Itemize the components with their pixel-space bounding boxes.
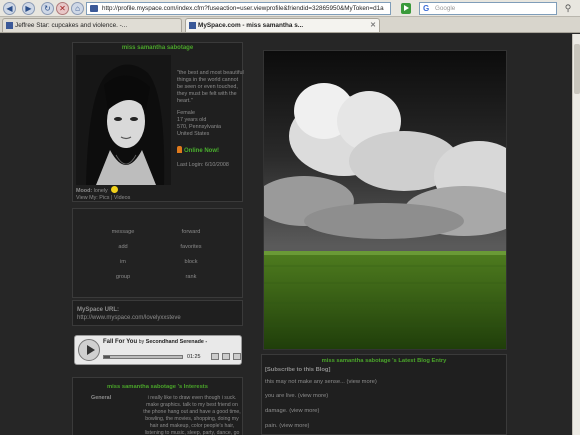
song-by: by xyxy=(138,339,145,345)
page-content: miss samantha sabotage "the best and mos… xyxy=(0,34,572,435)
contact-box: message forward add favorites im block g… xyxy=(72,208,243,298)
videos-link[interactable]: Videos xyxy=(114,195,130,201)
song-info: Fall For You by Secondhand Serenade - xyxy=(103,339,207,345)
tab-jeffree-star[interactable]: Jeffree Star: cupcakes and violence. -..… xyxy=(2,18,182,32)
interests-box: miss samantha sabotage 's Interests Gene… xyxy=(72,377,243,435)
smiley-icon xyxy=(111,186,119,193)
profile-age: 17 years old xyxy=(177,117,207,123)
blog-entry: pain. (view more) xyxy=(265,423,309,429)
blog-entry-title[interactable]: damage. xyxy=(265,408,288,414)
page-scrollbar[interactable] xyxy=(572,34,580,435)
progress-bar[interactable] xyxy=(103,355,183,359)
forward-icon[interactable]: ▶ xyxy=(22,2,35,15)
profile-box: miss samantha sabotage "the best and mos… xyxy=(72,42,244,202)
forward-link[interactable]: forward xyxy=(151,229,231,235)
url-value[interactable]: http://www.myspace.com/lovelyxxsteve xyxy=(77,315,181,321)
close-tab-icon[interactable]: ✕ xyxy=(370,19,376,32)
subscribe-link[interactable]: [Subscribe to this Blog] xyxy=(265,367,330,373)
scrollbar-thumb[interactable] xyxy=(574,44,580,94)
tab-favicon-icon xyxy=(189,22,196,29)
blog-entry: this may not make any sense... (view mor… xyxy=(265,379,377,385)
next-icon[interactable] xyxy=(233,353,241,360)
online-status: Online Now! xyxy=(177,146,219,154)
song-time: 01:25 xyxy=(187,354,201,360)
browser-toolbar: ◀ ▶ ↻ ✕ ⌂ http://profile.myspace.com/ind… xyxy=(0,0,580,17)
address-text: http://profile.myspace.com/index.cfm?fus… xyxy=(102,5,384,12)
interests-title: miss samantha sabotage 's Interests xyxy=(107,384,208,390)
go-button[interactable] xyxy=(401,3,411,14)
tab-label: MySpace.com - miss samantha s... xyxy=(198,22,304,29)
stop-icon[interactable] xyxy=(222,353,230,360)
stop-icon[interactable]: ✕ xyxy=(56,2,69,15)
view-more-link[interactable]: (view more) xyxy=(289,408,319,414)
profile-quote: "the best and most beautiful things in t… xyxy=(177,70,244,104)
reload-icon[interactable]: ↻ xyxy=(41,2,54,15)
google-icon: G xyxy=(423,4,430,13)
add-favorites-link[interactable]: favorites xyxy=(151,244,231,250)
tab-myspace[interactable]: MySpace.com - miss samantha s... ✕ xyxy=(185,18,380,32)
tab-bar: Jeffree Star: cupcakes and violence. -..… xyxy=(0,17,580,33)
tab-label: Jeffree Star: cupcakes and violence. -..… xyxy=(15,22,128,29)
profile-gender: Female xyxy=(177,110,195,116)
blog-title: miss samantha sabotage 's Latest Blog En… xyxy=(321,358,447,364)
profile-country: United States xyxy=(177,131,210,137)
home-icon[interactable]: ⌂ xyxy=(71,2,84,15)
profile-name: miss samantha sabotage xyxy=(121,45,194,51)
mood-label: Mood: xyxy=(76,188,93,194)
view-more-link[interactable]: (view more) xyxy=(347,379,377,385)
search-placeholder: Google xyxy=(435,5,456,12)
view-more-link[interactable]: (view more) xyxy=(279,423,309,429)
interests-label: General xyxy=(91,395,112,401)
blog-box: miss samantha sabotage 's Latest Blog En… xyxy=(261,354,507,435)
back-icon[interactable]: ◀ xyxy=(3,2,16,15)
online-label: Online Now! xyxy=(184,148,219,154)
block-link[interactable]: block xyxy=(151,259,231,265)
progress-fill xyxy=(104,356,111,358)
music-player: Fall For You by Secondhand Serenade - 01… xyxy=(74,335,242,365)
landscape-photo xyxy=(263,50,507,350)
interests-text: i really like to draw even though i suck… xyxy=(143,395,241,435)
search-input[interactable]: G Google xyxy=(419,2,557,15)
volume-icon[interactable] xyxy=(211,353,219,360)
view-my-label: View My: xyxy=(76,195,98,201)
rank-link[interactable]: rank xyxy=(151,274,231,280)
pics-link[interactable]: Pics xyxy=(99,195,109,201)
song-title: Fall For You xyxy=(103,339,138,345)
blog-entry-title[interactable]: you are live. xyxy=(265,393,296,399)
play-button[interactable] xyxy=(78,339,100,361)
mood-value: lonely xyxy=(93,188,108,194)
view-more-link[interactable]: (view more) xyxy=(298,393,328,399)
address-bar[interactable]: http://profile.myspace.com/index.cfm?fus… xyxy=(86,2,391,15)
url-label: MySpace URL: xyxy=(77,307,120,313)
site-favicon-icon xyxy=(90,5,98,12)
blog-entry: damage. (view more) xyxy=(265,408,319,414)
search-icon[interactable]: ⚲ xyxy=(561,3,575,14)
profile-photo[interactable] xyxy=(76,55,171,185)
blog-entry-title[interactable]: this may not make any sense... xyxy=(265,379,345,385)
song-band: Secondhand Serenade - xyxy=(145,339,208,345)
tab-favicon-icon xyxy=(6,22,13,29)
view-my: View My: Pics | Videos xyxy=(76,195,131,201)
online-person-icon xyxy=(177,146,182,153)
last-login: Last Login: 6/10/2008 xyxy=(177,162,229,168)
blog-entry: you are live. (view more) xyxy=(265,393,328,399)
blog-entry-title[interactable]: pain. xyxy=(265,423,278,429)
myspace-url-box: MySpace URL: http://www.myspace.com/love… xyxy=(72,300,243,326)
profile-location: 570, Pennsylvania xyxy=(177,124,222,130)
mood: Mood: lonely xyxy=(76,186,119,194)
